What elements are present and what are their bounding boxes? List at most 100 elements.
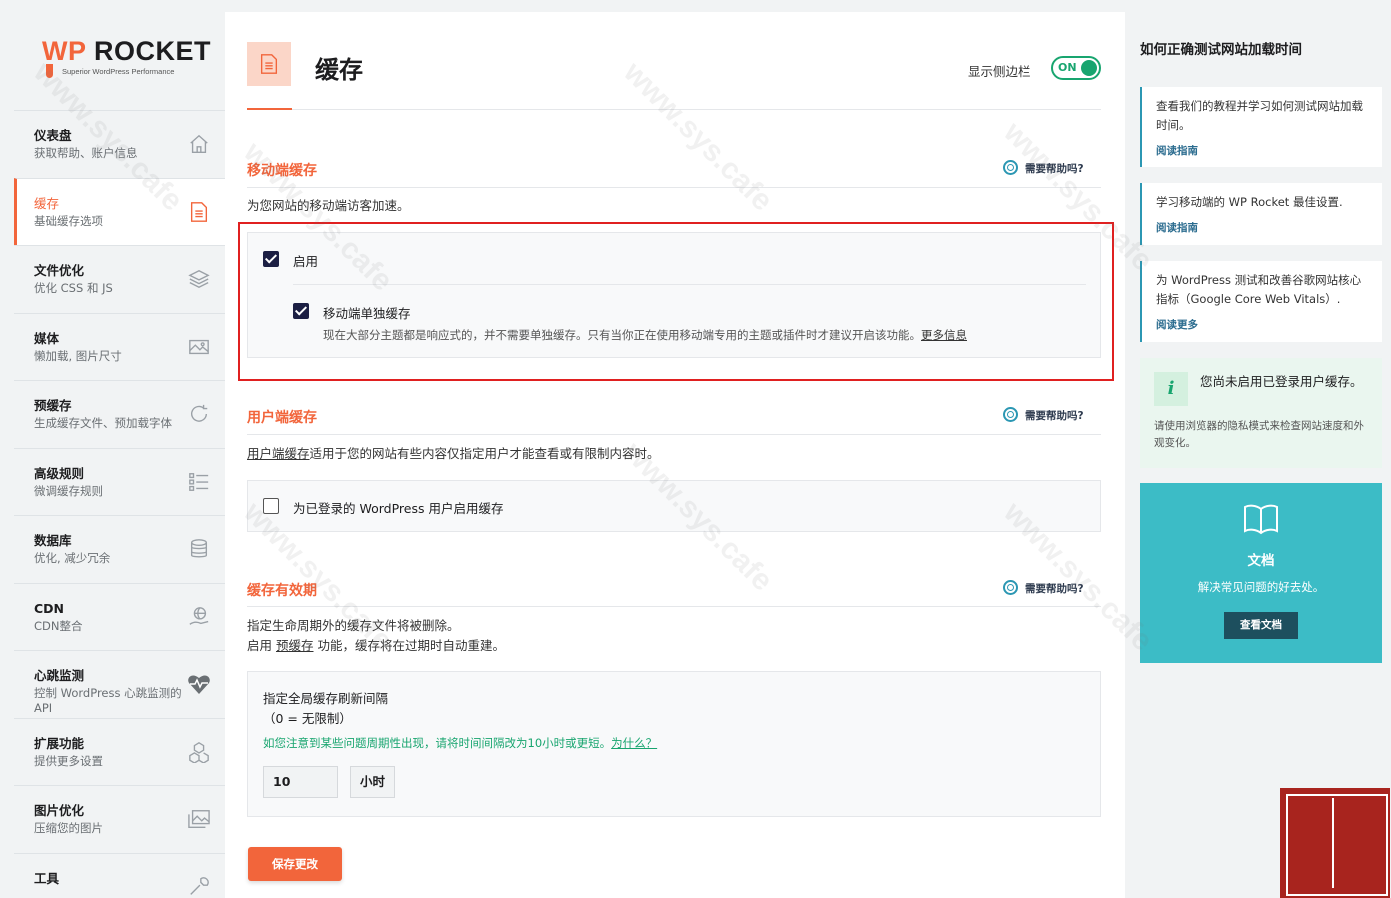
sidebar-item-database[interactable]: 数据库 优化, 减少冗余 [14,515,225,583]
nav-sub: 提供更多设置 [34,753,103,768]
lifespan-value-input[interactable]: 10 [263,766,338,798]
sidebar-toggle[interactable]: ON [1051,56,1101,80]
lifespan-desc-1: 指定生命周期外的缓存文件将被删除。 [247,618,460,633]
image-icon [187,336,211,360]
notice-desc: 请使用浏览器的隐私模式来检查网站速度和外观变化。 [1154,420,1364,449]
read-guide-link[interactable]: 阅读指南 [1156,220,1368,235]
separate-mobile-cache-label: 移动端单独缓存 [323,306,411,321]
guide-card-mobile: 学习移动端的 WP Rocket 最佳设置. 阅读指南 [1140,183,1382,245]
mobile-cache-options: 启用 移动端单独缓存 现在大部分主题都是响应式的，并不需要单独缓存。只有当你正在… [247,232,1101,358]
user-cache-desc: 用户端缓存适用于您的网站有些内容仅指定用户才能查看或有限制内容时。 [247,446,660,461]
database-icon [187,538,211,562]
sidebar-item-heartbeat[interactable]: 心跳监测 控制 WordPress 心跳监测的 API [14,650,225,718]
lifespan-options: 指定全局缓存刷新间隔 （0 = 无限制） 如您注意到某些问题周期性出现，请将时间… [247,671,1101,817]
read-guide-link[interactable]: 阅读指南 [1156,143,1368,158]
sidebar-item-file-optimization[interactable]: 文件优化 优化 CSS 和 JS [14,245,225,313]
card-text: 查看我们的教程并学习如何测试网站加载时间。 [1156,99,1363,132]
logged-in-cache-label: 为已登录的 WordPress 用户启用缓存 [293,501,504,516]
heartbeat-icon [187,673,211,697]
save-changes-button[interactable]: 保存更改 [248,847,342,881]
enable-mobile-cache-label: 启用 [293,254,319,269]
why-link[interactable]: 为什么？ [611,736,657,750]
divider [247,187,1101,188]
toggle-knob [1081,60,1097,76]
nav-sub: 获取帮助、账户信息 [34,146,138,160]
sidebar-item-cache[interactable]: 缓存 基础缓存选项 [14,177,225,245]
seal-stamp [1280,788,1390,898]
toggle-state: ON [1058,61,1077,74]
user-cache-link[interactable]: 用户端缓存 [247,446,310,461]
preload-link[interactable]: 预缓存 [276,638,314,653]
wp-rocket-logo[interactable]: WP ROCKET Superior WordPress Performance [42,36,211,86]
nav-sub: 控制 WordPress 心跳监测的 API [34,686,182,715]
documentation-card: 文档 解决常见问题的好去处。 查看文档 [1140,483,1382,663]
divider [247,434,1101,435]
book-icon [1243,503,1279,535]
guide-card-core-web-vitals: 为 WordPress 测试和改善谷歌网站核心指标（Google Core We… [1140,261,1382,342]
view-docs-button[interactable]: 查看文档 [1224,612,1298,639]
user-cache-options: 为已登录的 WordPress 用户启用缓存 [247,480,1101,532]
help-link-lifespan[interactable]: 需要帮助吗? [1003,580,1084,596]
lifespan-unit[interactable]: 小时 [350,766,395,798]
main-panel: 缓存 显示侧边栏 ON 移动端缓存 需要帮助吗? 为您网站的移动端访客加速。 启… [225,12,1125,898]
sidebar-item-dashboard[interactable]: 仪表盘 获取帮助、账户信息 [14,110,225,178]
sidebar-item-image-optimization[interactable]: 图片优化 压缩您的图片 [14,785,225,853]
globe-hand-icon [187,606,211,630]
lifespan-field-hint: （0 = 无限制） [263,711,352,726]
sidebar-item-advanced-rules[interactable]: 高级规则 微调缓存规则 [14,447,225,516]
separate-mobile-cache-note: 现在大部分主题都是响应式的，并不需要单独缓存。只有当你正在使用移动端专用的主题或… [323,328,967,342]
document-icon [187,201,211,225]
page-document-icon [247,42,291,86]
sidebar: WP ROCKET Superior WordPress Performance… [0,0,225,898]
notice-title: 您尚未启用已登录用户缓存。 [1200,374,1363,389]
logo-tagline: Superior WordPress Performance [62,67,175,76]
sidebar-toggle-label: 显示侧边栏 [968,64,1031,79]
images-icon [187,808,211,832]
cubes-icon [187,741,211,765]
enable-mobile-cache-checkbox[interactable] [263,251,279,267]
docs-subtitle: 解决常见问题的好去处。 [1197,580,1325,594]
divider-accent [247,108,292,110]
sidebar-item-addons[interactable]: 扩展功能 提供更多设置 [14,717,225,786]
guide-card-load-time: 查看我们的教程并学习如何测试网站加载时间。 阅读指南 [1140,87,1382,167]
mobile-cache-desc: 为您网站的移动端访客加速。 [247,198,410,213]
logged-in-cache-notice: i 您尚未启用已登录用户缓存。 请使用浏览器的隐私模式来检查网站速度和外观变化。 [1140,358,1382,468]
card-text: 为 WordPress 测试和改善谷歌网站核心指标（Google Core We… [1156,273,1362,306]
tools-icon [187,876,211,898]
section-title-cache-lifespan: 缓存有效期 [247,583,317,599]
sidebar-item-tools[interactable]: 工具 [14,852,225,898]
docs-title: 文档 [1247,553,1275,569]
refresh-icon [187,403,211,427]
lifebuoy-icon [1003,580,1018,595]
layers-icon [187,268,211,292]
logo-brand: WP ROCKET [42,36,212,66]
nav-sub: 懒加载, 图片尺寸 [34,348,122,363]
nav-sub: 微调缓存规则 [34,483,103,498]
divider [247,109,1101,110]
nav-sub: 压缩您的图片 [34,821,103,835]
lifespan-desc-2: 启用 预缓存 功能，缓存将在过期时自动重建。 [247,638,505,653]
section-title-user-cache: 用户端缓存 [247,410,317,426]
logged-in-cache-checkbox[interactable] [263,498,279,514]
help-link-user[interactable]: 需要帮助吗? [1003,407,1084,423]
info-icon: i [1154,372,1188,406]
rocket-flame-icon [46,64,53,78]
section-title-mobile-cache: 移动端缓存 [247,163,317,179]
right-title: 如何正确测试网站加载时间 [1140,42,1302,58]
lifespan-tip: 如您注意到某些问题周期性出现，请将时间间隔改为10小时或更短。为什么？ [263,736,658,750]
sidebar-item-preload[interactable]: 预缓存 生成缓存文件、预加载字体 [14,380,225,448]
separate-mobile-cache-checkbox[interactable] [293,303,309,319]
divider [247,606,1101,607]
nav-sub: CDN整合 [34,618,83,633]
nav-sub: 生成缓存文件、预加载字体 [34,416,172,430]
help-link-mobile[interactable]: 需要帮助吗? [1003,160,1084,176]
page-title: 缓存 [315,56,363,84]
more-info-link[interactable]: 更多信息 [921,328,967,342]
lifespan-field-label: 指定全局缓存刷新间隔 [263,691,389,706]
read-more-link[interactable]: 阅读更多 [1156,317,1368,332]
card-text: 学习移动端的 WP Rocket 最佳设置. [1156,195,1343,209]
sidebar-item-media[interactable]: 媒体 懒加载, 图片尺寸 [14,312,225,381]
nav-sub: 优化 CSS 和 JS [34,281,113,295]
sidebar-nav: 仪表盘 获取帮助、账户信息 缓存 基础缓存选项 文件优化 优化 CSS 和 JS… [14,110,225,898]
sidebar-item-cdn[interactable]: CDN CDN整合 [14,582,225,651]
